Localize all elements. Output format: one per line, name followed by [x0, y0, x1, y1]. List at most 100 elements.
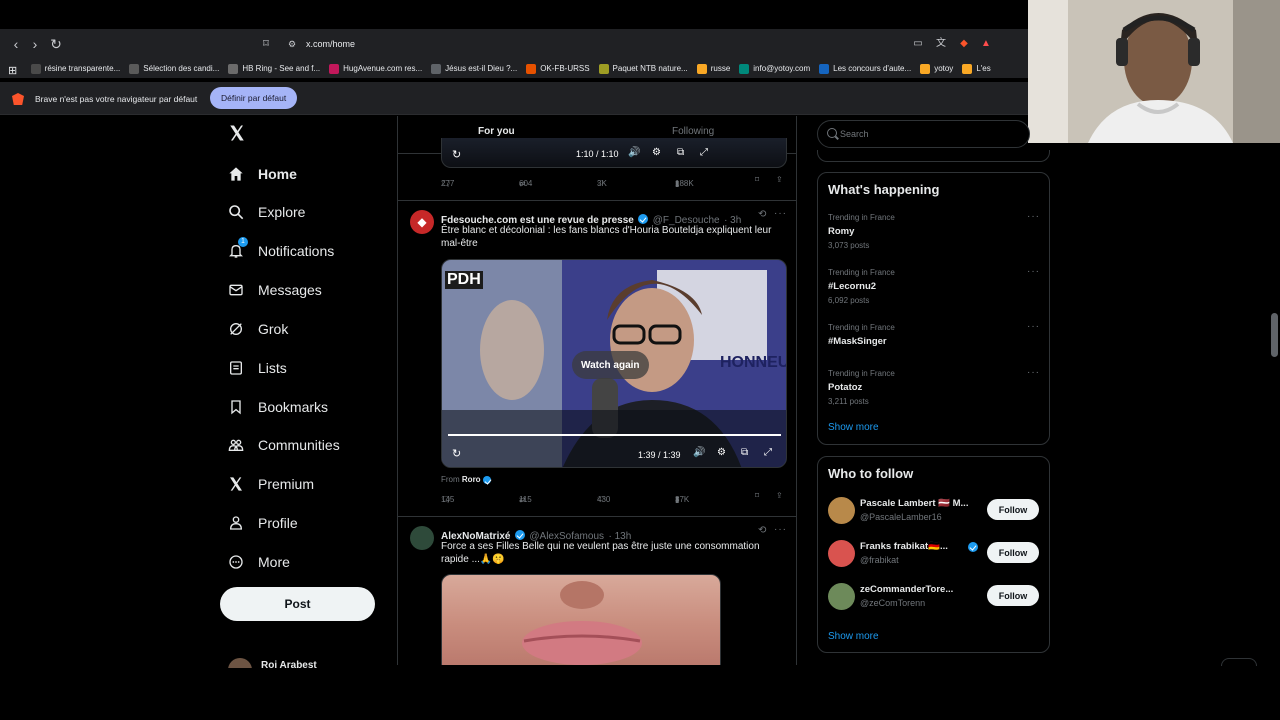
nav-item-grok[interactable]: Grok [226, 316, 288, 342]
bookmark-item[interactable]: russe [696, 59, 730, 78]
nav-item-communities[interactable]: Communities [226, 432, 340, 458]
follow-button[interactable]: Follow [987, 585, 1039, 606]
views-button[interactable]: ▮ 188K [675, 179, 694, 188]
suggested-account-name[interactable]: zeCommanderTore... [860, 584, 953, 595]
follow-button[interactable]: Follow [987, 499, 1039, 520]
bookmark-label: HugAvenue.com res... [343, 64, 423, 73]
suggested-account-handle: @frabikat [860, 555, 899, 565]
show-more-link[interactable]: Show more [828, 631, 879, 642]
brave-shield-icon[interactable]: ◆ [958, 38, 970, 50]
avatar[interactable] [828, 497, 855, 524]
tweet-card[interactable]: ◆ Fdesouche.com est une revue de presse … [398, 201, 796, 516]
nav-item-home[interactable]: Home [226, 161, 297, 187]
avatar[interactable] [828, 583, 855, 610]
nav-item-premium[interactable]: Premium [226, 471, 314, 497]
avatar[interactable] [828, 540, 855, 567]
cast-icon[interactable]: ▭ [912, 38, 924, 50]
translate-icon[interactable]: 文 [935, 38, 947, 50]
brave-rewards-icon[interactable]: ▲ [980, 38, 992, 50]
more-options-icon[interactable]: ··· [1027, 266, 1040, 277]
scroll-to-top-button[interactable] [1221, 658, 1257, 666]
nav-item-more[interactable]: More [226, 549, 290, 575]
nav-item-messages[interactable]: Messages [226, 277, 322, 303]
grok-icon[interactable]: ⟲ [758, 525, 766, 536]
replay-icon[interactable]: ↻ [452, 148, 461, 161]
x-logo-icon [226, 474, 246, 494]
nav-item-bookmarks[interactable]: Bookmarks [226, 394, 328, 420]
account-switcher[interactable]: Roi Arabest [228, 658, 378, 668]
video-progress-bar[interactable] [448, 434, 781, 436]
views-button[interactable]: ▮ 37K [675, 495, 689, 504]
prev-video-player[interactable]: ↻ 1:10 / 1:10 🔊 ⚙ ⧉ ⤢ [441, 138, 787, 168]
nav-item-profile[interactable]: Profile [226, 510, 298, 536]
favicon-icon [228, 63, 239, 74]
search-input[interactable]: Search [840, 129, 869, 139]
tweet-card[interactable]: AlexNoMatrixé @AlexSofamous · 13h ⟲ ··· … [398, 517, 796, 665]
verified-badge-icon [968, 542, 978, 552]
settings-icon[interactable]: ⚙ [652, 147, 661, 158]
share-icon: ⇪ [776, 174, 783, 184]
reply-button[interactable]: 🗨 277 [441, 179, 454, 188]
suggested-account-name[interactable]: Franks frabikat🇩🇪... [860, 541, 948, 552]
avatar[interactable] [410, 526, 434, 550]
bookmark-label: L'es [976, 64, 991, 73]
bookmark-item[interactable]: OK-FB-URSS [526, 59, 590, 78]
search-bar[interactable]: Search [817, 120, 1030, 148]
nav-item-notifications[interactable]: 1 Notifications [226, 237, 334, 264]
bookmark-item[interactable]: HugAvenue.com res... [329, 59, 422, 78]
avatar[interactable]: ◆ [410, 210, 434, 234]
suggested-account-name[interactable]: Pascale Lambert 🇱🇻 M... [860, 498, 968, 509]
repost-button[interactable]: ⇄ 604 [519, 179, 532, 188]
bookmark-item[interactable]: Paquet NTB nature... [598, 59, 688, 78]
video-player[interactable]: PDH HONNEU Watch again ↻ 1:39 / 1:39 🔊 ⚙… [441, 259, 787, 468]
more-options-icon[interactable]: ··· [1027, 367, 1040, 378]
volume-icon[interactable]: 🔊 [628, 147, 640, 158]
more-options-icon[interactable]: ··· [774, 208, 787, 219]
like-button[interactable]: ♡ 430 [597, 495, 610, 504]
bookmark-item[interactable]: Les concours d'aute... [819, 59, 911, 78]
forward-icon[interactable]: › [27, 36, 43, 52]
url-field[interactable]: x.com/home [306, 39, 355, 49]
nav-item-explore[interactable]: Explore [226, 199, 305, 225]
more-options-icon[interactable]: ··· [1027, 211, 1040, 222]
x-logo-icon[interactable] [228, 124, 248, 144]
bookmark-page-icon[interactable]: ⌑ [258, 36, 274, 52]
nav-item-lists[interactable]: Lists [226, 355, 287, 381]
more-options-icon[interactable]: ··· [1027, 321, 1040, 332]
set-default-button[interactable]: Définir par défaut [210, 87, 298, 109]
reload-icon[interactable]: ↻ [48, 36, 64, 52]
like-button[interactable]: ♡ 3K [597, 179, 607, 188]
replay-icon[interactable]: ↻ [452, 447, 461, 460]
site-settings-icon[interactable]: ⚙ [284, 36, 300, 52]
nav-item-label: Home [258, 166, 297, 182]
show-more-link[interactable]: Show more [828, 422, 879, 433]
fullscreen-icon[interactable]: ⤢ [700, 147, 708, 158]
fullscreen-icon[interactable]: ⤢ [764, 447, 772, 458]
page-scrollbar[interactable] [1271, 313, 1278, 357]
pip-icon[interactable]: ⧉ [677, 147, 684, 158]
bookmark-item[interactable]: Jésus est-il Dieu ?... [431, 59, 517, 78]
apps-icon[interactable]: ⊞ [8, 61, 17, 79]
back-icon[interactable]: ‹ [8, 36, 24, 52]
tab-following[interactable]: Following [672, 126, 714, 137]
bookmark-item[interactable]: L'es [962, 59, 991, 78]
bookmark-item[interactable]: info@yotoy.com [739, 59, 810, 78]
more-options-icon[interactable]: ··· [774, 524, 787, 535]
bookmark-item[interactable]: résine transparente... [30, 59, 120, 78]
pip-icon[interactable]: ⧉ [741, 447, 748, 458]
watch-again-button[interactable]: Watch again [572, 351, 649, 379]
bookmark-item[interactable]: yotoy [920, 59, 953, 78]
tweet-image[interactable] [441, 574, 721, 665]
post-button[interactable]: Post [220, 587, 375, 621]
grok-icon[interactable]: ⟲ [758, 209, 766, 220]
follow-button[interactable]: Follow [987, 542, 1039, 563]
bookmark-label: OK-FB-URSS [540, 64, 590, 73]
volume-icon[interactable]: 🔊 [693, 447, 705, 458]
repost-button[interactable]: ⇄ 115 [519, 495, 532, 504]
bookmark-item[interactable]: HB Ring - See and f... [228, 59, 320, 78]
tab-for-you[interactable]: For you [478, 126, 515, 137]
reply-button[interactable]: 🗨 145 [441, 495, 454, 504]
settings-icon[interactable]: ⚙ [717, 447, 726, 458]
from-name[interactable]: Roro [462, 475, 481, 484]
bookmark-item[interactable]: Sélection des candi... [129, 59, 219, 78]
